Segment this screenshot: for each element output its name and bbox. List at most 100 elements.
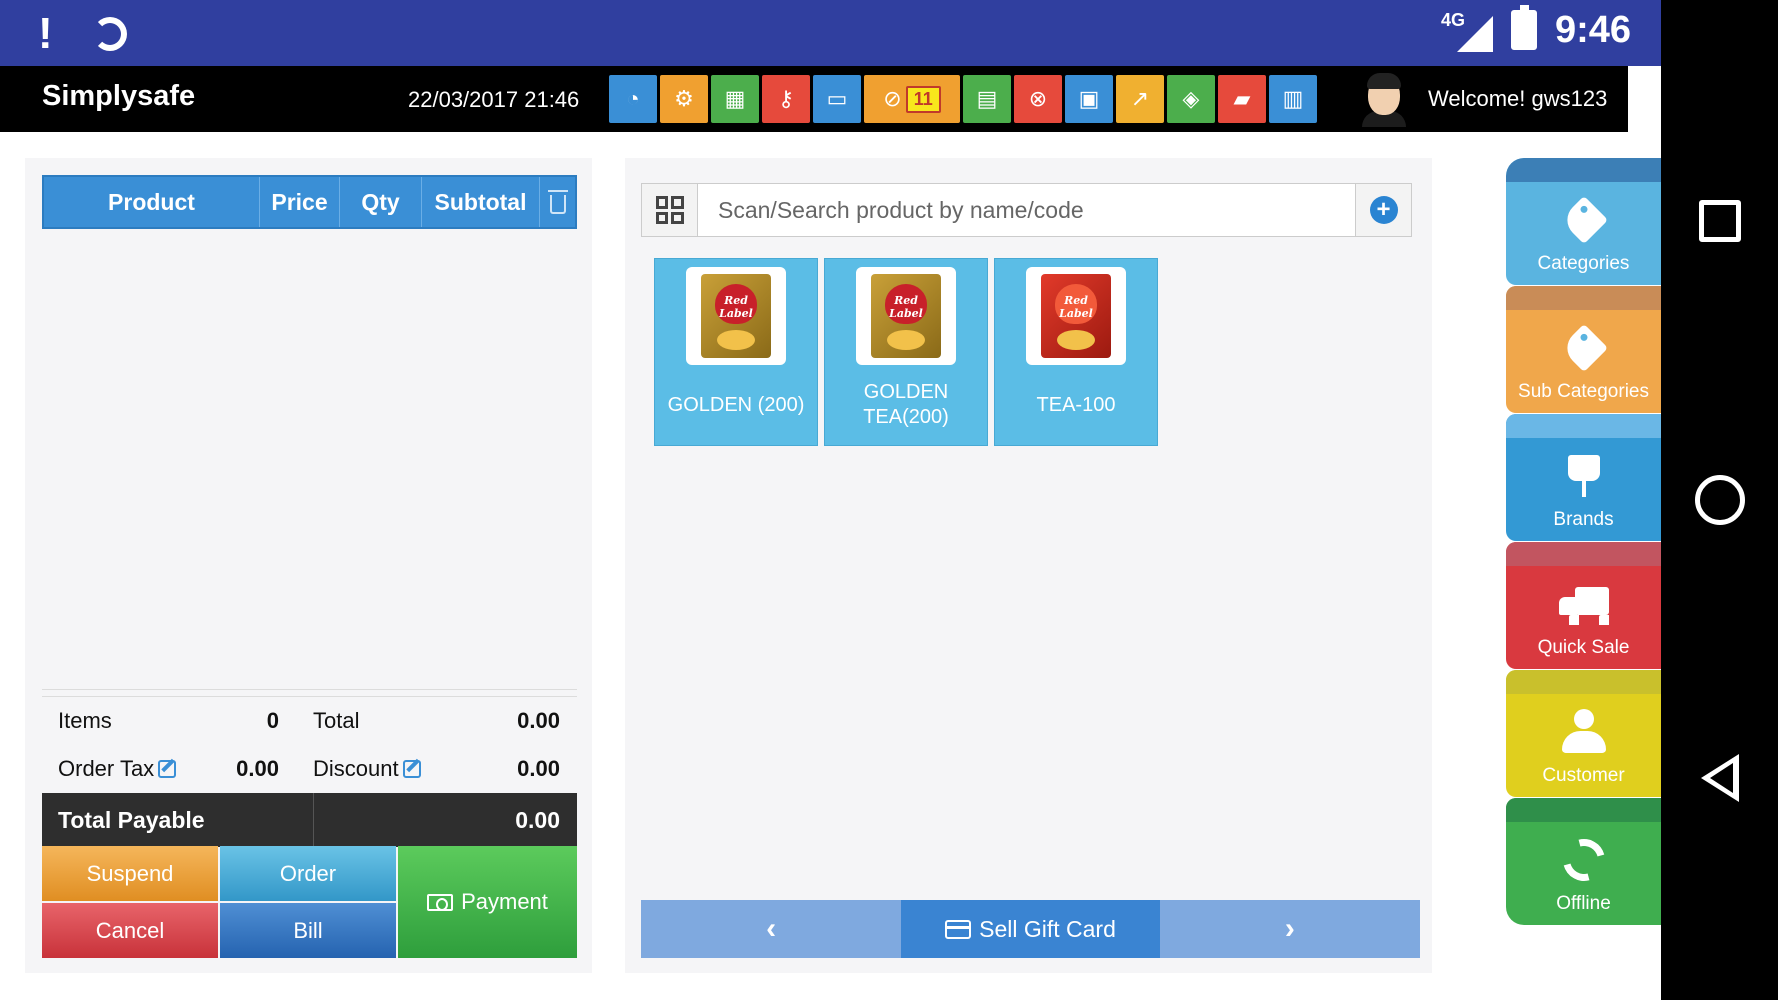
tag-icon (1559, 195, 1608, 245)
sidebar-item-quick-sale[interactable]: Quick Sale (1506, 542, 1661, 669)
sidebar-item-categories[interactable]: Categories (1506, 158, 1661, 285)
order-button[interactable]: Order (220, 846, 396, 901)
order-tax-label: Order Tax (58, 756, 155, 781)
sidebar-item-sub-categories[interactable]: Sub Categories (1506, 286, 1661, 413)
settings-icon: ⚙ (674, 86, 694, 111)
total-payable-row: Total Payable 0.00 (42, 793, 577, 847)
product-tile[interactable]: Red Label GOLDEN TEA(200) (824, 258, 988, 446)
column-subtotal: Subtotal (422, 177, 540, 227)
sidebar-item-label: Offline (1556, 893, 1611, 914)
items-label: Items (58, 708, 112, 733)
recents-button[interactable] (1661, 176, 1778, 266)
product-grid: Red Label GOLDEN (200) Red Label GOLDEN TEA(2… (654, 258, 1158, 446)
add-product-button[interactable]: + (1355, 184, 1411, 236)
total-label: Total (313, 708, 360, 733)
product-tile[interactable]: Red Label TEA-100 (994, 258, 1158, 446)
toolbar-button-document[interactable]: ▤ (963, 75, 1011, 123)
trash-icon (547, 189, 568, 214)
sidebar-item-label: Quick Sale (1537, 637, 1630, 658)
cart-totals: Items 0 Total 0.00 Order Tax 0.00 Discount 0… (42, 689, 577, 847)
cart-table-header: Product Price Qty Subtotal (42, 175, 577, 229)
toolbar-button-tags[interactable]: ◈ (1167, 75, 1215, 123)
pushpin-icon (1567, 455, 1600, 497)
edit-order-tax-icon[interactable] (158, 760, 177, 778)
android-status-bar: ! 4G 9:46 (0, 0, 1661, 66)
scan-button[interactable] (642, 184, 698, 236)
tags-icon: ◈ (1182, 86, 1200, 111)
credit-card-icon (945, 919, 972, 939)
bill-button[interactable]: Bill (220, 903, 396, 958)
payment-label: Payment (461, 889, 548, 914)
toolbar-button-calculator[interactable]: ▦ (711, 75, 759, 123)
eraser-icon: ▰ (1233, 86, 1251, 111)
cart-panel: Product Price Qty Subtotal Items 0 Total 0… (25, 158, 592, 973)
toolbar-button-chart[interactable]: ↗ (1116, 75, 1164, 123)
payment-button[interactable]: Payment (398, 846, 577, 958)
refresh-icon (1554, 831, 1613, 889)
sidebar-item-offline[interactable]: Offline (1506, 798, 1661, 925)
status-clock: 9:46 (1554, 8, 1631, 51)
calculator-icon: ▦ (724, 86, 746, 111)
suspend-button[interactable]: Suspend (42, 846, 218, 901)
welcome-text[interactable]: Welcome! gws123 (1428, 86, 1607, 112)
column-qty: Qty (340, 177, 422, 227)
truck-icon (1558, 587, 1609, 623)
total-payable-value: 0.00 (515, 806, 560, 833)
tags-icon (1559, 323, 1608, 373)
back-triangle-icon (1700, 754, 1739, 802)
search-bar: + (641, 183, 1412, 237)
sidebar-item-label: Sub Categories (1518, 381, 1649, 402)
search-input[interactable] (698, 184, 1355, 236)
product-image: Red Label (686, 267, 786, 365)
close-circle-icon: ⊗ (1028, 86, 1048, 111)
product-image: Red Label (1026, 267, 1126, 365)
android-nav-bar (1661, 0, 1778, 1000)
toolbar-button-close-circle[interactable]: ⊗ (1014, 75, 1062, 123)
product-panel: + RedLabel GOLDEN (200) RedLabel GOLDEN TEA… (625, 158, 1432, 973)
product-name: GOLDEN (200) (667, 393, 805, 416)
toolbar-button-key[interactable]: ⚷ (762, 75, 810, 123)
toolbar-button-trash[interactable]: ▥ (1269, 75, 1317, 123)
brand-name[interactable]: Simplysafe (42, 80, 195, 113)
avatar[interactable] (1360, 71, 1408, 127)
user-icon (1561, 709, 1606, 753)
previous-page-button[interactable]: ‹ (641, 900, 902, 958)
chevron-left-icon: ‹ (766, 912, 777, 945)
column-product: Product (44, 177, 260, 227)
toolbar-button-settings[interactable]: ⚙ (660, 75, 708, 123)
product-name: TEA-100 (1036, 393, 1116, 416)
trash-icon: ▥ (1282, 86, 1304, 111)
sell-gift-card-button[interactable]: Sell Gift Card (901, 900, 1160, 958)
chevron-right-icon: › (1284, 912, 1295, 945)
total-value: 0.00 (517, 708, 560, 733)
sidebar-item-brands[interactable]: Brands (1506, 414, 1661, 541)
back-button[interactable] (1661, 733, 1778, 823)
toolbar-button-dashboard[interactable]: ◔ (609, 75, 657, 123)
alert-icon: ! (38, 9, 53, 58)
product-image: Red Label (856, 267, 956, 365)
product-tile[interactable]: Red Label GOLDEN (200) (654, 258, 818, 446)
square-icon (1698, 200, 1741, 242)
qr-code-icon (655, 196, 684, 224)
next-page-button[interactable]: › (1159, 900, 1420, 958)
edit-discount-icon[interactable] (402, 760, 421, 778)
money-icon (427, 893, 454, 911)
toolbar-button-laptop[interactable]: ▭ (813, 75, 861, 123)
discount-label: Discount (313, 756, 399, 781)
clear-cart-button[interactable] (540, 177, 575, 227)
notification-count-badge: 11 (905, 85, 941, 113)
plus-circle-icon: + (1369, 196, 1398, 224)
discount-value: 0.00 (517, 756, 560, 781)
toolbar-button-money[interactable]: ▣ (1065, 75, 1113, 123)
product-name: GOLDEN TEA(200) (863, 381, 949, 428)
toolbar-button-eraser[interactable]: ▰ (1218, 75, 1266, 123)
pos-app: Simplysafe 22/03/2017 21:46 ◔ ⚙ ▦ ⚷ ▭ ⊘ 11 ▤ ⊗ ▣ ↗… (0, 66, 1661, 1000)
total-payable-label: Total Payable (42, 793, 314, 847)
sidebar-item-customer[interactable]: Customer (1506, 670, 1661, 797)
circle-icon (1694, 475, 1745, 525)
cancel-button[interactable]: Cancel (42, 903, 218, 958)
home-button[interactable] (1661, 455, 1778, 545)
category-sidebar: Categories Sub Categories Brands Quick S… (1506, 158, 1661, 926)
toolbar-button-no-sign[interactable]: ⊘ 11 (864, 75, 960, 123)
money-icon: ▣ (1078, 86, 1100, 111)
